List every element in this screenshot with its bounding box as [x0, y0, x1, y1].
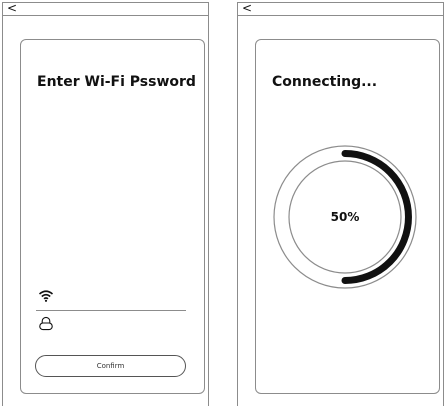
progress-percent: 50% [330, 210, 360, 224]
page-title: Enter Wi-Fi Pssword [37, 74, 196, 90]
wifi-network-field[interactable] [36, 288, 186, 311]
connecting-screen: < Connecting... 50% [237, 0, 444, 406]
wifi-icon [38, 290, 54, 302]
top-bar: < [3, 0, 208, 16]
connecting-card: Connecting... 50% [255, 39, 440, 394]
confirm-button[interactable]: Confirm [35, 355, 186, 377]
back-icon[interactable]: < [242, 0, 252, 16]
lock-icon [39, 316, 53, 331]
back-icon[interactable]: < [7, 0, 17, 16]
password-card: Enter Wi-Fi Pssword Confirm [20, 39, 205, 394]
password-field[interactable] [36, 315, 186, 335]
top-bar: < [238, 0, 443, 16]
wifi-password-screen: < Enter Wi-Fi Pssword Confirm [2, 0, 209, 406]
page-title: Connecting... [272, 74, 378, 90]
progress-ring: 50% [272, 144, 418, 290]
